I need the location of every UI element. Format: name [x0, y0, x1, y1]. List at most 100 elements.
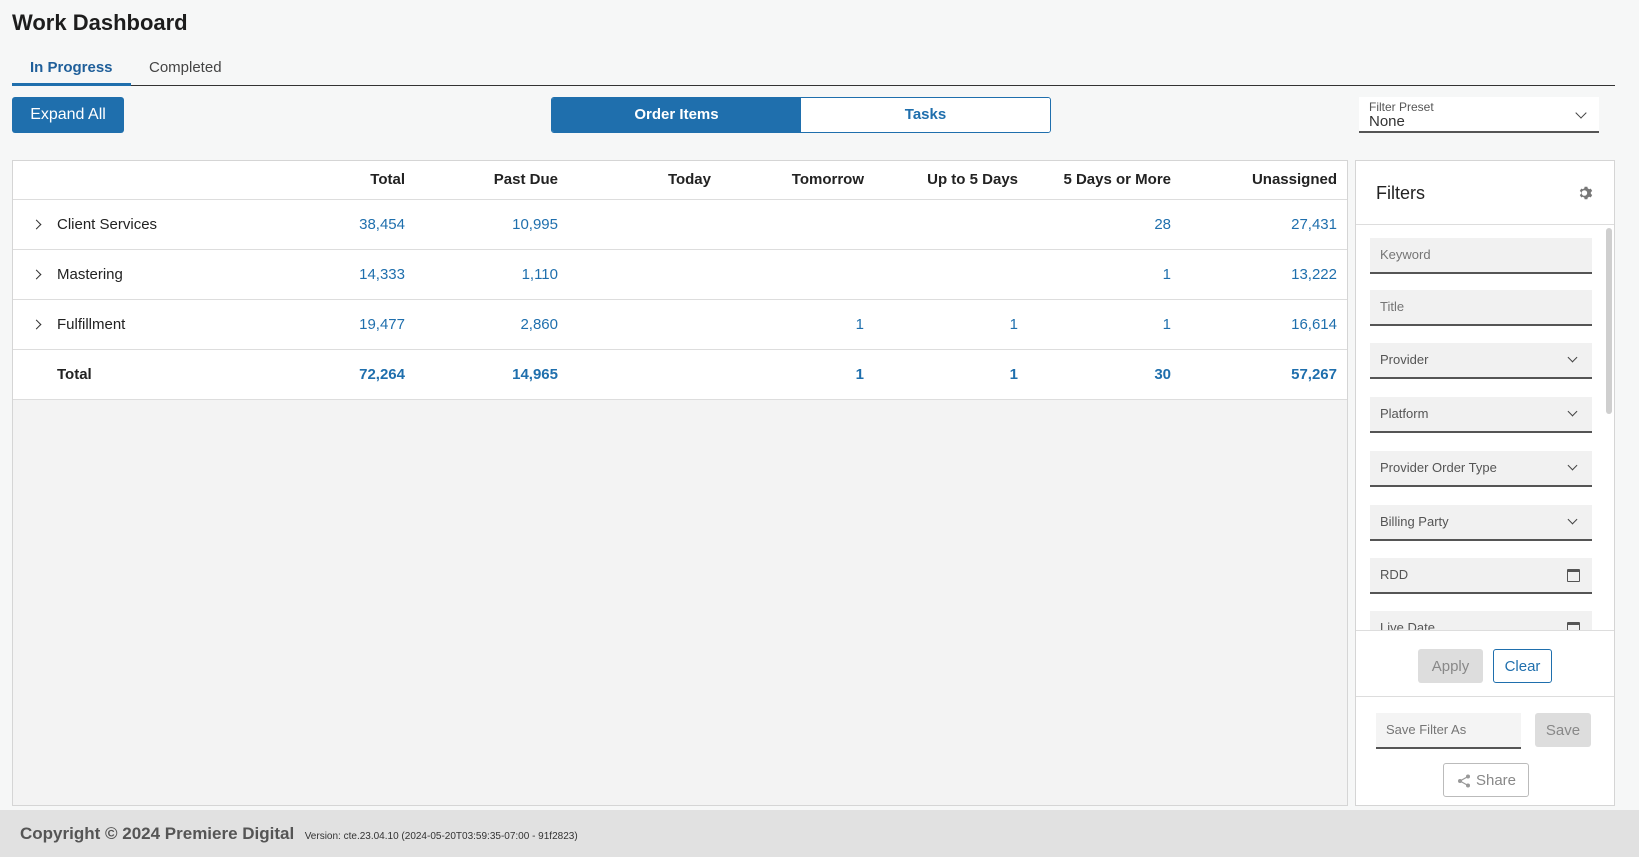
cell-link[interactable]: 13,222	[1291, 266, 1337, 283]
provider-order-type-select[interactable]: Provider Order Type	[1370, 451, 1592, 487]
clear-button[interactable]: Clear	[1493, 649, 1552, 683]
chevron-down-icon	[1567, 406, 1578, 417]
cell-link[interactable]: 27,431	[1291, 216, 1337, 233]
column-header: Tomorrow	[721, 161, 874, 200]
table-cell	[568, 349, 721, 400]
cell-link[interactable]: 10,995	[512, 216, 558, 233]
billing-party-label: Billing Party	[1380, 514, 1449, 529]
table-cell: 16,614	[1181, 299, 1347, 350]
table-cell: 72,264	[273, 349, 415, 400]
row-label: Client Services	[57, 215, 158, 233]
filters-title: Filters	[1376, 183, 1425, 203]
cell-link[interactable]: 14,333	[359, 266, 405, 283]
tab-in-progress[interactable]: In Progress	[12, 58, 131, 86]
order-items-toggle[interactable]: Order Items	[552, 98, 801, 132]
title-input[interactable]	[1380, 299, 1592, 314]
row-name-cell: Mastering	[13, 249, 273, 300]
table-cell: 14,333	[273, 249, 415, 300]
cell-link[interactable]: 38,454	[359, 216, 405, 233]
total-link[interactable]: 57,267	[1291, 366, 1337, 383]
column-header: 5 Days or More	[1028, 161, 1181, 200]
column-header: Total	[273, 161, 415, 200]
total-link[interactable]: 1	[1010, 366, 1018, 383]
chevron-down-icon	[1567, 514, 1578, 525]
tasks-toggle[interactable]: Tasks	[801, 98, 1050, 132]
cell-link[interactable]: 28	[1154, 216, 1171, 233]
table-cell: 30	[1028, 349, 1181, 400]
table-row: Client Services 38,454 10,995 28 27,431	[13, 199, 1347, 250]
table-cell: 38,454	[273, 199, 415, 250]
filters-scroll-area[interactable]: Provider Platform Provider Order Type Bi…	[1356, 226, 1614, 631]
live-date-label: Live Date	[1380, 620, 1435, 631]
keyword-input[interactable]	[1380, 247, 1592, 262]
table-cell: 57,267	[1181, 349, 1347, 400]
table-cell: 1	[874, 349, 1028, 400]
table-cell: 14,965	[415, 349, 568, 400]
table-header-row: Total Past Due Today Tomorrow Up to 5 Da…	[13, 161, 1347, 200]
column-header: Up to 5 Days	[874, 161, 1028, 200]
total-row: Total 72,264 14,965 1 1 30 57,267	[13, 349, 1347, 400]
table-cell	[721, 249, 874, 300]
save-filter-input[interactable]	[1376, 713, 1521, 745]
column-header: Past Due	[415, 161, 568, 200]
row-label: Mastering	[57, 265, 123, 283]
keyword-field[interactable]	[1370, 238, 1592, 274]
calendar-icon[interactable]	[1567, 622, 1580, 630]
dashboard-table-panel: Total Past Due Today Tomorrow Up to 5 Da…	[12, 160, 1348, 806]
tab-completed[interactable]: Completed	[131, 58, 240, 86]
column-header	[13, 161, 273, 200]
cell-link[interactable]: 1	[1010, 316, 1018, 333]
view-toggle: Order Items Tasks	[551, 97, 1051, 133]
calendar-icon[interactable]	[1567, 569, 1580, 582]
filter-preset-value: None	[1369, 113, 1405, 130]
table-cell: 1	[1028, 249, 1181, 300]
table-cell	[568, 199, 721, 250]
chevron-right-icon[interactable]	[29, 318, 57, 332]
billing-party-select[interactable]: Billing Party	[1370, 505, 1592, 541]
table-cell: 27,431	[1181, 199, 1347, 250]
table-cell	[568, 249, 721, 300]
save-button[interactable]: Save	[1535, 713, 1591, 747]
chevron-down-icon	[1567, 460, 1578, 471]
total-label: Total	[13, 349, 273, 400]
cell-link[interactable]: 19,477	[359, 316, 405, 333]
cell-link[interactable]: 1	[1163, 316, 1171, 333]
table-row: Mastering 14,333 1,110 1 13,222	[13, 249, 1347, 300]
table-cell: 2,860	[415, 299, 568, 350]
total-link[interactable]: 14,965	[512, 366, 558, 383]
cell-link[interactable]: 2,860	[520, 316, 558, 333]
table-cell	[874, 249, 1028, 300]
table-cell	[568, 299, 721, 350]
dashboard-table: Total Past Due Today Tomorrow Up to 5 Da…	[13, 161, 1347, 400]
cell-link[interactable]: 1	[856, 316, 864, 333]
row-name-cell: Fulfillment	[13, 299, 273, 350]
title-field[interactable]	[1370, 290, 1592, 326]
total-link[interactable]: 72,264	[359, 366, 405, 383]
provider-select[interactable]: Provider	[1370, 343, 1592, 379]
cell-link[interactable]: 16,614	[1291, 316, 1337, 333]
apply-button[interactable]: Apply	[1418, 649, 1483, 683]
cell-link[interactable]: 1	[1163, 266, 1171, 283]
live-date-field[interactable]: Live Date	[1370, 611, 1592, 631]
table-cell	[874, 199, 1028, 250]
expand-all-button[interactable]: Expand All	[12, 97, 124, 133]
filter-preset-select[interactable]: Filter Preset None	[1359, 97, 1599, 133]
total-link[interactable]: 30	[1154, 366, 1171, 383]
table-cell: 1	[1028, 299, 1181, 350]
save-filter-field[interactable]	[1376, 713, 1521, 749]
gear-icon[interactable]	[1578, 185, 1594, 201]
scrollbar-thumb[interactable]	[1606, 228, 1612, 414]
table-cell	[721, 199, 874, 250]
total-link[interactable]: 1	[856, 366, 864, 383]
platform-select[interactable]: Platform	[1370, 397, 1592, 433]
table-cell: 1	[721, 299, 874, 350]
chevron-right-icon[interactable]	[29, 218, 57, 232]
column-header: Today	[568, 161, 721, 200]
share-button[interactable]: Share	[1443, 763, 1529, 797]
filter-actions: Apply Clear	[1356, 631, 1614, 697]
column-header: Unassigned	[1181, 161, 1347, 200]
cell-link[interactable]: 1,110	[522, 266, 558, 283]
chevron-right-icon[interactable]	[29, 268, 57, 282]
rdd-date-field[interactable]: RDD	[1370, 558, 1592, 594]
chevron-down-icon	[1567, 352, 1578, 363]
